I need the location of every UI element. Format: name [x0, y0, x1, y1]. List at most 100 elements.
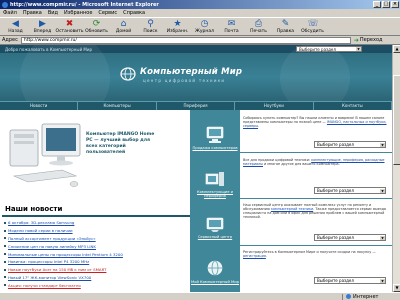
news-item[interactable]: Новые ноутбуки Acer на 150 Мб к ним от S… [4, 266, 190, 274]
toolbar-button-print[interactable]: ⎙ Печать [245, 18, 272, 36]
browser-toolbar: ◀ Назад ▶ Вперед ✖ Остановить ⟳ Обновить ⌂ Домой ⚲… [0, 17, 400, 36]
logo-mark-icon [120, 67, 136, 81]
toolbar-button-label: Избранн. [166, 29, 189, 34]
section-service[interactable]: Сервисный центр [190, 205, 240, 247]
bullet-icon [4, 245, 6, 248]
toolbar-button-stop[interactable]: ✖ Остановить [55, 18, 84, 36]
toolbar-button-label: Правка [276, 29, 295, 34]
nav-news[interactable]: Новости [0, 102, 79, 110]
print-icon: ⎙ [254, 19, 263, 29]
divider [240, 152, 392, 153]
globe-icon [346, 294, 351, 299]
menu-tools[interactable]: Сервис [98, 10, 117, 16]
address-input[interactable]: http://www.compmir.ru/ [20, 36, 351, 44]
promo-text[interactable]: Компьютер IMANGO Home PC — лучший выбор … [86, 132, 158, 156]
window-controls: _ □ × [373, 1, 399, 8]
toolbar-button-mail[interactable]: ✉ Почта [218, 18, 245, 36]
section-computers[interactable]: Продажа компьютеров [190, 116, 240, 158]
toolbar-button-refresh[interactable]: ⟳ Обновить [83, 18, 110, 36]
status-zone-label: Интернет [353, 293, 379, 300]
page-viewport: Добро пожаловать в Компьютерный Мир Выбе… [0, 45, 392, 292]
desc-my-world-link[interactable]: регистрация [243, 254, 266, 258]
section-description-column: Собираясь купить компьютер? Вы нашли кли… [240, 110, 392, 292]
section-my-world[interactable]: Мой Компьютерный Мир [190, 250, 240, 292]
toolbar-button-favorites[interactable]: ★ Избранн. [164, 18, 191, 36]
toolbar-button-forward-arrow[interactable]: ▶ Вперед [29, 18, 56, 36]
divider [240, 245, 392, 246]
news-item[interactable]: Полный ассортимент продукции «Эльбус» [4, 235, 190, 243]
nav-contacts[interactable]: Контакты [314, 102, 392, 110]
news-item[interactable]: Модели новой серии в наличии [4, 227, 190, 235]
service-select-value: Выберите раздел [317, 235, 354, 240]
toolbar-button-label: Обсудить [301, 29, 324, 34]
desc-hardware-tail: и многое другое для вашего компьютера. [262, 162, 340, 167]
computers-section-select[interactable]: Выберите раздел ▼ [314, 141, 386, 148]
toolbar-button-home[interactable]: ⌂ Домой [110, 18, 137, 36]
scroll-thumb[interactable] [393, 75, 400, 165]
mail-icon: ✉ [227, 19, 236, 29]
news-item-text: Новый 17" ЖК-монитор ViewSonic VX700 [8, 274, 92, 280]
news-item-text: Акция: получи стандарт бесплатно [8, 282, 81, 288]
toolbar-button-label: Печать [250, 29, 267, 34]
home-icon: ⌂ [120, 19, 127, 29]
toolbar-button-history[interactable]: ◷ Журнал [191, 18, 218, 36]
hardware-select-value: Выберите раздел [317, 188, 354, 193]
news-item[interactable]: 6 октября: 3D-реклама Samsung [4, 219, 190, 227]
toolbar-button-label: Поиск [143, 29, 158, 34]
close-button[interactable]: × [391, 1, 399, 8]
toolbar-button-edit[interactable]: ✎ Правка [272, 18, 299, 36]
menu-file[interactable]: Файл [3, 10, 17, 16]
toolbar-button-search[interactable]: ⚲ Поиск [137, 18, 164, 36]
my-world-select-value: Выберите раздел [317, 278, 354, 283]
go-button[interactable]: ➔ Переход [354, 37, 383, 44]
maximize-button[interactable]: □ [382, 1, 390, 8]
nav-notebooks[interactable]: Ноутбуки [235, 102, 314, 110]
chevron-down-icon: ▼ [380, 235, 385, 240]
menu-favorites[interactable]: Избранное [64, 10, 92, 16]
news-item-text: Новые ноутбуки Acer на 150 Мб к ним от S… [8, 267, 107, 273]
news-item-text: Полный ассортимент продукции «Эльбус» [8, 235, 96, 241]
site-logo[interactable]: Компьютерный Мир центр цифровой техники [110, 67, 272, 89]
chevron-down-icon: ▼ [380, 142, 385, 147]
my-world-section-select[interactable]: Выберите раздел ▼ [314, 277, 386, 284]
section-hardware[interactable]: Комплектующие и периферия [190, 160, 240, 202]
computer-promo-image[interactable] [6, 118, 84, 196]
service-section-select[interactable]: Выберите раздел ▼ [314, 234, 386, 241]
desc-computers-tail: . [258, 124, 260, 129]
menu-view[interactable]: Вид [48, 10, 58, 16]
news-item[interactable]: Новинка: процессоры Intel P4 3200 MHz [4, 258, 190, 266]
scroll-down-button[interactable]: ▼ [393, 284, 400, 292]
site-banner: Компьютерный Мир центр цифровой техники [0, 45, 392, 123]
nav-peripherals[interactable]: Периферия [157, 102, 236, 110]
news-item[interactable]: Минимальные цены на процессоры Intel Pen… [4, 250, 190, 258]
news-item[interactable]: Новый 17" ЖК-монитор ViewSonic VX700 [4, 274, 190, 282]
toolbar-button-discuss[interactable]: ☏ Обсудить [299, 18, 326, 36]
menu-edit[interactable]: Правка [23, 10, 42, 16]
hardware-section-select[interactable]: Выберите раздел ▼ [314, 187, 386, 194]
toolbar-button-label: Остановить [55, 29, 84, 34]
nav-computers[interactable]: Компьютеры [78, 102, 157, 110]
discuss-icon: ☏ [307, 19, 319, 29]
status-zone: Интернет [342, 293, 400, 300]
stop-icon: ✖ [65, 19, 74, 29]
news-item[interactable]: Акция: получи стандарт бесплатно [4, 281, 190, 289]
news-item-text: 6 октября: 3D-реклама Samsung [8, 220, 75, 226]
news-item[interactable]: Снижение цен на новую линейку MP3 LINK [4, 242, 190, 250]
desc-my-world-tail: . [265, 254, 267, 259]
status-bar: Интернет [0, 292, 400, 300]
bullet-icon [4, 268, 6, 271]
my-world-icon [207, 260, 223, 276]
menu-help[interactable]: Справка [123, 10, 145, 16]
search-icon: ⚲ [147, 19, 154, 29]
toolbar-button-label: Обновить [85, 29, 108, 34]
go-arrow-icon: ➔ [353, 36, 359, 44]
history-icon: ◷ [200, 19, 209, 29]
refresh-icon: ⟳ [92, 19, 101, 29]
vertical-scrollbar[interactable]: ▲ ▼ [392, 45, 400, 292]
toolbar-button-back-arrow[interactable]: ◀ Назад [2, 18, 29, 36]
news-header: Наши новости [2, 202, 190, 217]
scroll-up-button[interactable]: ▲ [393, 45, 400, 53]
minimize-button[interactable]: _ [373, 1, 381, 8]
bullet-icon [4, 276, 6, 279]
address-label: Адрес [2, 37, 18, 43]
